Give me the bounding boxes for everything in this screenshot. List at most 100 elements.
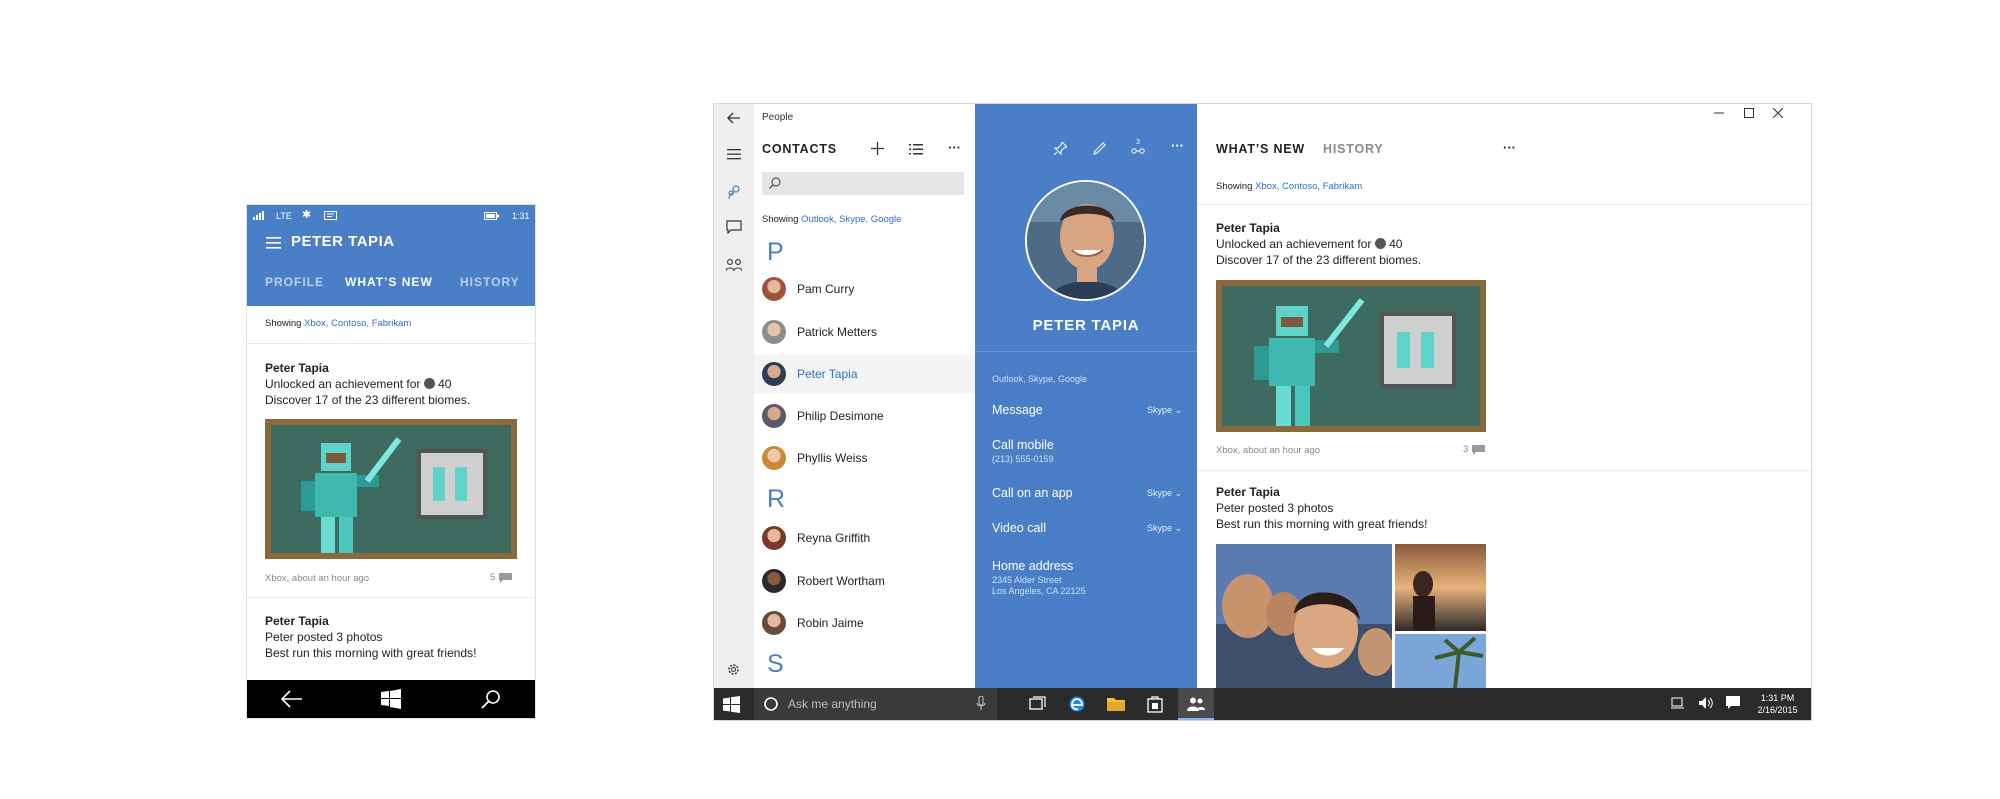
feed-post: Peter Tapia Peter posted 3 photos Best r… — [1216, 484, 1616, 532]
comment-count[interactable]: 5 — [490, 572, 513, 583]
hamburger-menu-icon[interactable] — [727, 149, 741, 160]
letter-header-s[interactable]: S — [767, 650, 784, 679]
battery-icon — [484, 212, 499, 220]
post-meta: Xbox, about an hour ago — [1216, 445, 1321, 456]
people-taskbar-button[interactable] — [1178, 688, 1214, 720]
cortana-search-box[interactable]: Ask me anything — [754, 688, 997, 720]
edit-pencil-icon[interactable] — [1093, 142, 1106, 155]
action-call-on-app[interactable]: Call on an app Skype ⌄ — [992, 486, 1182, 500]
contact-item[interactable]: Patrick Metters — [762, 313, 967, 351]
photo-palm-trees[interactable] — [1395, 634, 1486, 688]
more-options-icon[interactable]: ··· — [1503, 140, 1516, 155]
comment-count-value: 5 — [490, 572, 496, 583]
tab-history[interactable]: HISTORY — [1323, 142, 1383, 156]
post-author[interactable]: Peter Tapia — [265, 613, 525, 629]
contact-item[interactable]: Robin Jaime — [762, 604, 967, 642]
message-icon — [324, 211, 337, 220]
post-author[interactable]: Peter Tapia — [1216, 484, 1616, 500]
windows-start-icon[interactable] — [381, 689, 401, 709]
page-title: PETER TAPIA — [291, 233, 395, 250]
more-options-icon[interactable]: ··· — [1171, 138, 1184, 153]
contact-name-heading: PETER TAPIA — [1032, 317, 1140, 334]
contact-item[interactable]: Pam Curry — [762, 270, 967, 308]
achievement-image[interactable] — [1216, 280, 1486, 432]
contact-item[interactable]: Philip Desimone — [762, 397, 967, 435]
app-selector[interactable]: Skype ⌄ — [1147, 488, 1182, 499]
network-icon[interactable] — [1671, 696, 1689, 714]
contact-item-selected[interactable]: Peter Tapia — [754, 355, 975, 393]
contact-name: Philip Desimone — [797, 409, 884, 423]
photo-sunset-runner[interactable] — [1395, 544, 1486, 631]
contact-item[interactable]: Phyllis Weiss — [762, 439, 967, 477]
hamburger-menu-icon[interactable] — [266, 237, 281, 249]
showing-sources-link[interactable]: Xbox, Contoso, Fabrikam — [304, 318, 411, 329]
settings-gear-icon[interactable] — [726, 662, 741, 677]
photo-group-selfie[interactable] — [1216, 544, 1392, 688]
contact-item[interactable]: Robert Wortham — [762, 562, 967, 600]
letter-header-r[interactable]: R — [767, 485, 785, 514]
post-text: Unlocked an achievement for — [265, 377, 421, 391]
letter-header-p[interactable]: P — [767, 238, 784, 267]
post-author[interactable]: Peter Tapia — [1216, 220, 1616, 236]
post-text: Peter posted 3 photos — [265, 630, 383, 644]
showing-sources-link[interactable]: Outlook, Skype, Google — [801, 214, 901, 225]
contact-item[interactable]: Reyna Griffith — [762, 519, 967, 557]
app-selector[interactable]: Skype ⌄ — [1147, 523, 1182, 534]
comment-count[interactable]: 3 — [1463, 444, 1486, 455]
back-arrow-icon[interactable] — [281, 690, 303, 708]
windows-start-icon[interactable] — [723, 696, 740, 713]
post-text: Peter posted 3 photos — [1216, 501, 1334, 515]
edge-browser-icon[interactable] — [1068, 695, 1086, 713]
volume-icon[interactable] — [1698, 696, 1716, 714]
contacts-heading: CONTACTS — [762, 142, 837, 156]
back-arrow-icon[interactable] — [727, 112, 741, 124]
task-view-icon[interactable] — [1029, 695, 1047, 713]
feed-post: Peter Tapia Unlocked an achievement for … — [1216, 220, 1616, 268]
action-video-call[interactable]: Video call Skype ⌄ — [992, 521, 1182, 535]
post-description: Discover 17 of the 23 different biomes. — [265, 393, 471, 407]
tab-whats-new[interactable]: WHAT’S NEW — [345, 275, 433, 289]
clock[interactable]: 1:31 PM 2/16/2015 — [1750, 692, 1805, 716]
action-center-icon[interactable] — [1726, 696, 1744, 714]
file-explorer-icon[interactable] — [1107, 695, 1125, 713]
store-icon[interactable] — [1146, 695, 1164, 713]
app-selector[interactable]: Skype ⌄ — [1147, 405, 1182, 416]
minimize-icon[interactable] — [1714, 108, 1724, 118]
microphone-icon[interactable] — [976, 696, 986, 711]
showing-sources-link[interactable]: Xbox, Contoso, Fabrikam — [1255, 181, 1362, 192]
app-selector-value: Skype — [1146, 523, 1172, 533]
groups-icon[interactable] — [726, 258, 742, 272]
tab-whats-new[interactable]: WHAT’S NEW — [1216, 142, 1305, 156]
link-contacts-icon[interactable]: 3 — [1131, 138, 1145, 156]
action-home-address[interactable]: Home address 2345 Alder Street Los Angel… — [992, 559, 1182, 597]
contacts-search-input[interactable] — [762, 172, 964, 195]
achievement-image[interactable] — [265, 419, 517, 559]
add-contact-icon[interactable] — [871, 142, 884, 155]
app-selector-value: Skype — [1146, 405, 1172, 415]
people-icon — [1187, 696, 1205, 712]
showing-filter: Showing Xbox, Contoso, Fabrikam — [1216, 181, 1362, 192]
post-author[interactable]: Peter Tapia — [265, 360, 525, 376]
avatar — [762, 446, 786, 470]
post-meta: Xbox, about an hour ago — [265, 573, 370, 584]
action-call-mobile[interactable]: Call mobile (213) 555-0159 — [992, 438, 1182, 465]
search-icon[interactable] — [481, 689, 501, 709]
tab-profile[interactable]: PROFILE — [265, 275, 324, 289]
phone-app-window: LTE ✱ 1:31 PETER TAPIA PROFILE WHAT’S NE… — [247, 205, 535, 718]
tab-history[interactable]: HISTORY — [460, 275, 520, 289]
chat-icon[interactable] — [726, 220, 742, 234]
action-message[interactable]: Message Skype ⌄ — [992, 403, 1182, 417]
phone-feed: Showing Xbox, Contoso, Fabrikam Peter Ta… — [247, 306, 535, 680]
close-icon[interactable] — [1773, 108, 1783, 118]
search-icon — [769, 177, 781, 189]
maximize-icon[interactable] — [1744, 108, 1754, 118]
people-icon[interactable] — [726, 184, 742, 200]
app-title: People — [762, 112, 794, 123]
post-description: Discover 17 of the 23 different biomes. — [1216, 253, 1422, 267]
avatar — [762, 569, 786, 593]
more-options-icon[interactable]: ··· — [948, 140, 961, 155]
linked-count-badge: 3 — [1136, 139, 1140, 146]
windows-taskbar: Ask me anything 1:31 PM 2/16/2015 — [714, 688, 1811, 720]
pin-icon[interactable] — [1054, 142, 1067, 155]
list-view-icon[interactable] — [909, 144, 923, 155]
